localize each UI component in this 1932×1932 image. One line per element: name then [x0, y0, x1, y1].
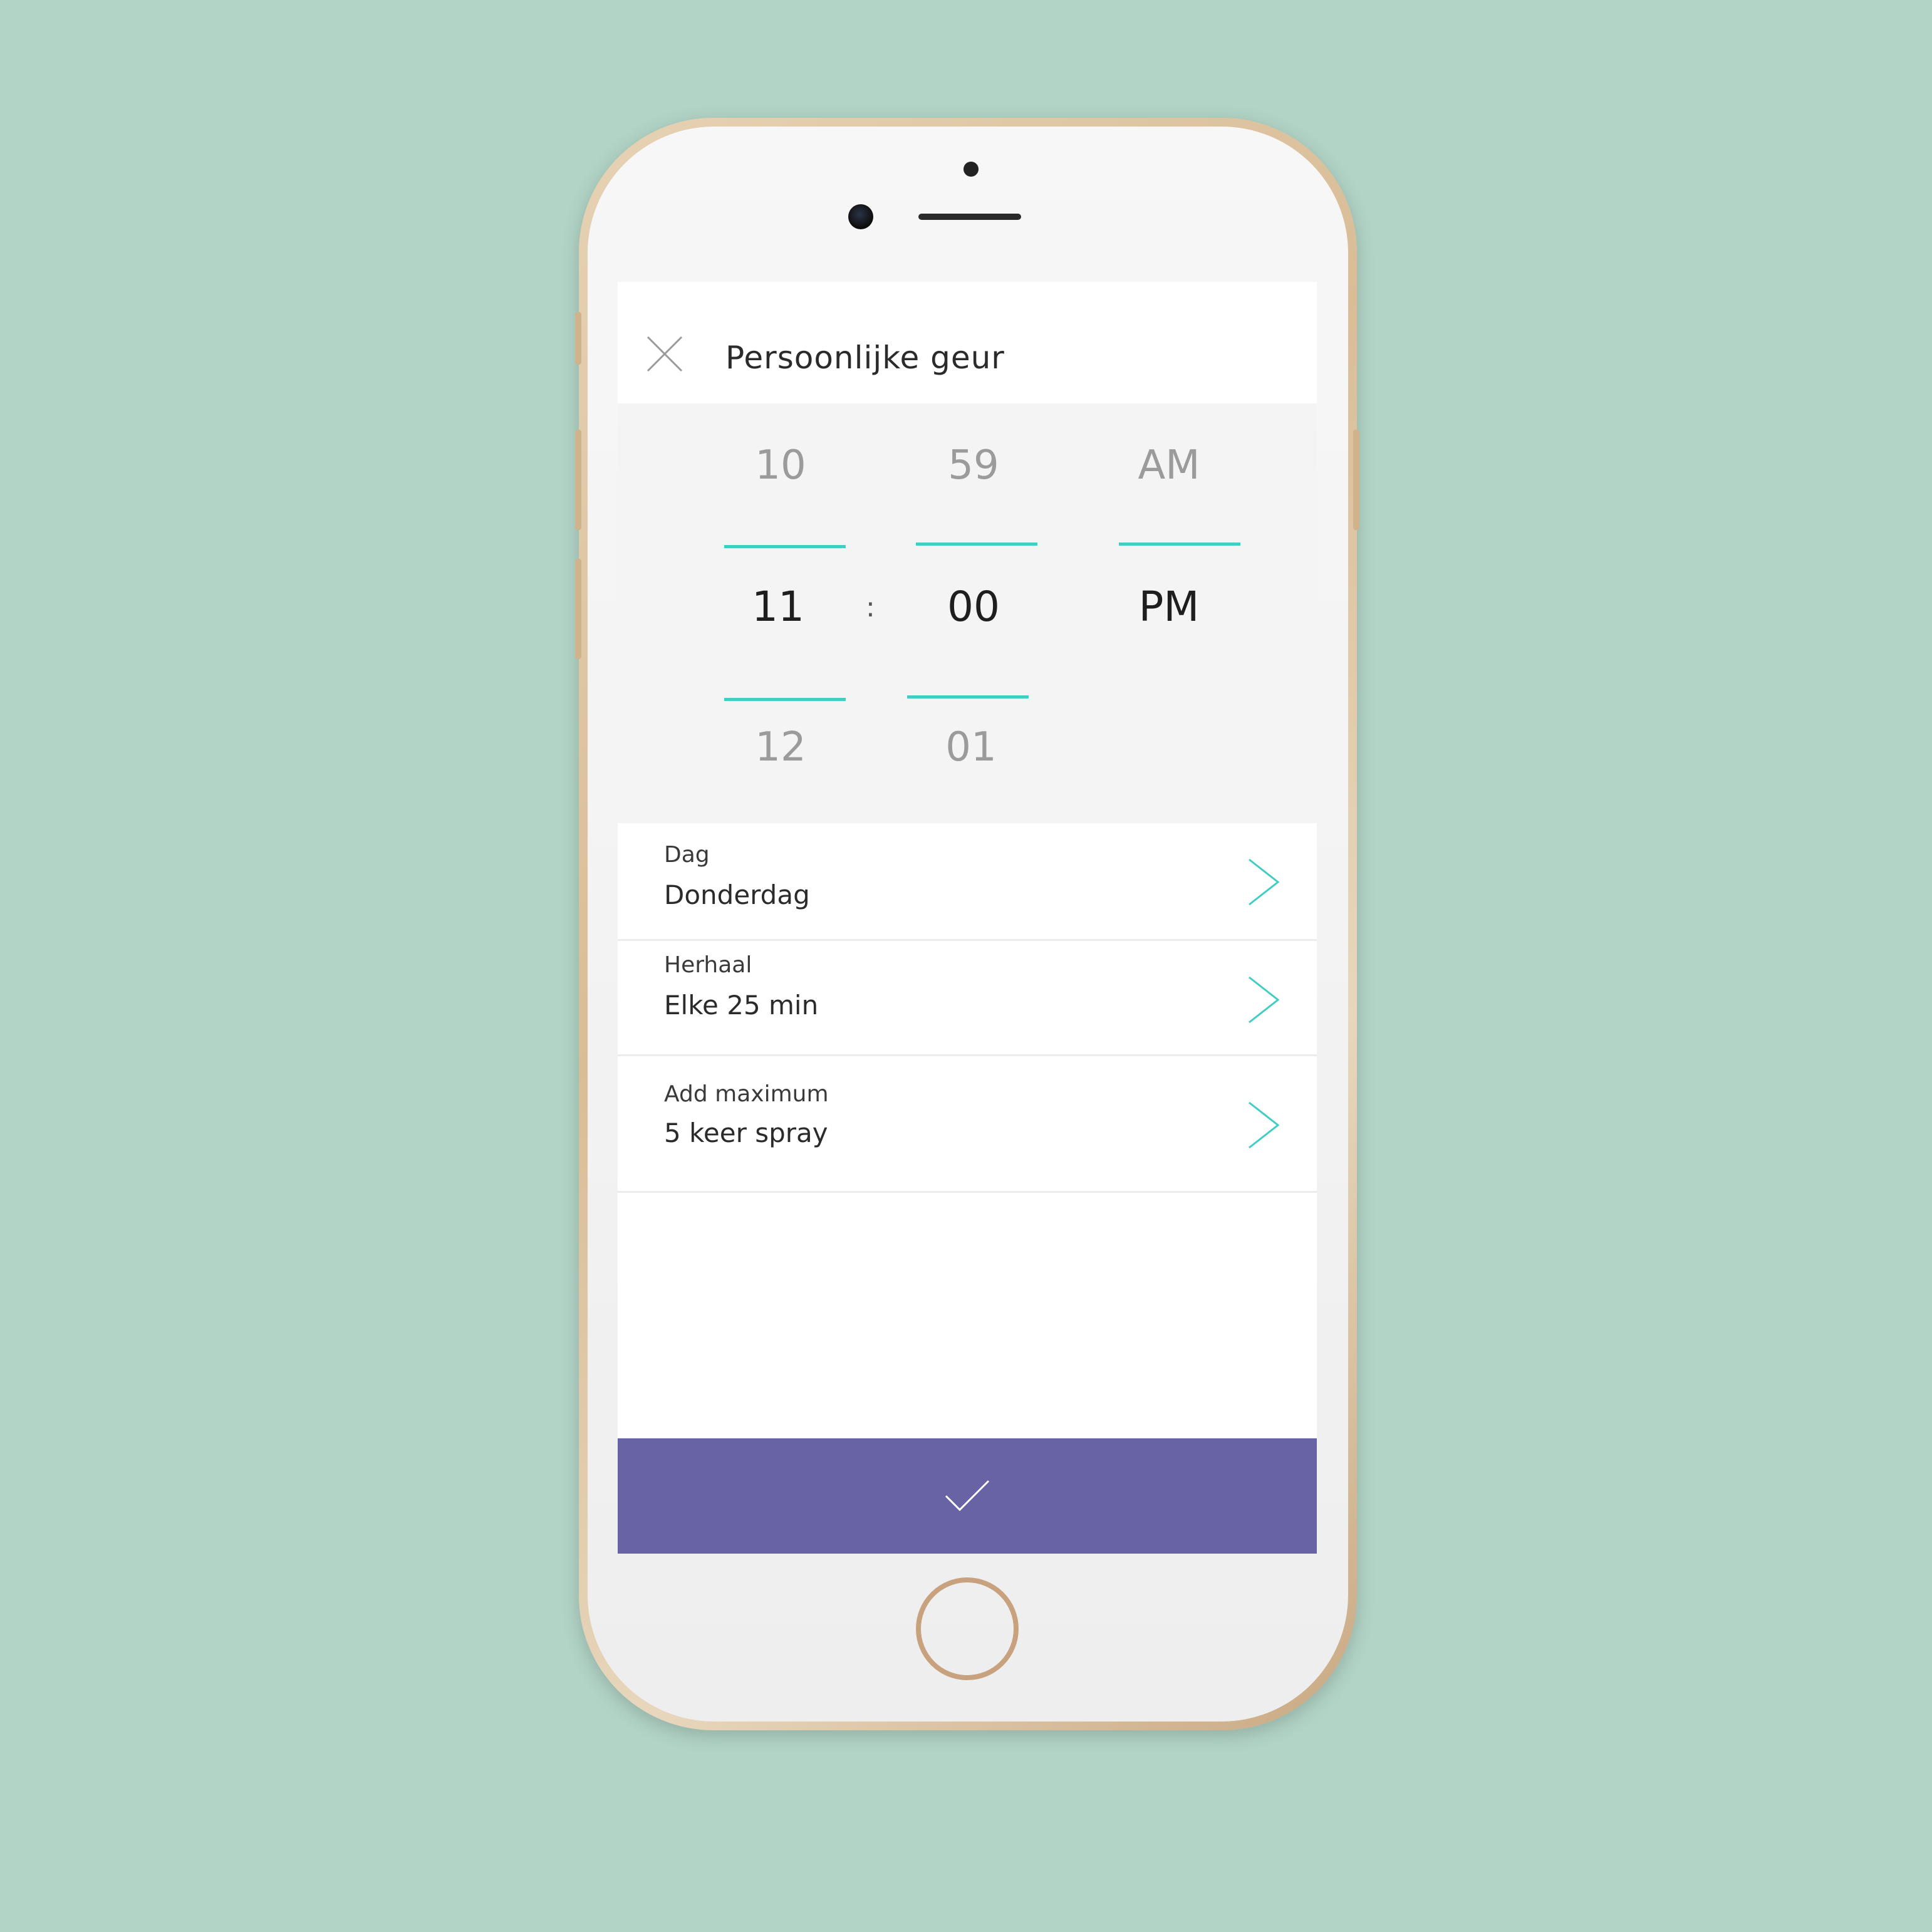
chevron-right-icon: [1247, 857, 1282, 907]
checkmark-icon: [945, 1480, 990, 1512]
period-divider-top: [1119, 543, 1240, 546]
chevron-right-icon: [1247, 1100, 1282, 1150]
time-separator: :: [866, 591, 875, 623]
page-title: Persoonlijke geur: [725, 340, 1005, 376]
minute-divider-top: [916, 543, 1037, 546]
minute-selected[interactable]: 00: [911, 583, 1036, 631]
earpiece-speaker: [918, 214, 1021, 220]
setting-label: Herhaal: [664, 952, 752, 978]
proximity-sensor: [963, 162, 979, 177]
confirm-button[interactable]: [618, 1438, 1317, 1554]
home-button[interactable]: [916, 1577, 1019, 1680]
setting-row-herhaal[interactable]: Herhaal Elke 25 min: [618, 941, 1317, 1056]
setting-value: Donderdag: [664, 880, 810, 910]
hour-selected[interactable]: 11: [715, 583, 841, 631]
period-selected[interactable]: PM: [1106, 583, 1232, 631]
setting-value: Elke 25 min: [664, 990, 819, 1021]
setting-row-add-maximum[interactable]: Add maximum 5 keer spray: [618, 1056, 1317, 1193]
power-button: [1353, 430, 1359, 530]
app-screen: Persoonlijke geur 10 11 12 : 59 00 01 AM…: [618, 282, 1317, 1554]
time-picker: 10 11 12 : 59 00 01 AM PM: [618, 403, 1317, 823]
front-camera: [848, 204, 873, 229]
volume-up-button: [575, 430, 581, 530]
hour-divider-top: [724, 545, 846, 548]
mute-switch: [575, 312, 581, 365]
setting-label: Add maximum: [664, 1081, 829, 1107]
setting-value: 5 keer spray: [664, 1118, 828, 1148]
minute-option-below[interactable]: 01: [908, 724, 1034, 771]
setting-row-dag[interactable]: Dag Donderdag: [618, 823, 1317, 941]
chevron-right-icon: [1247, 975, 1282, 1025]
hour-option-above[interactable]: 10: [718, 442, 843, 489]
close-button[interactable]: [645, 335, 684, 373]
header: Persoonlijke geur: [618, 282, 1317, 403]
hour-divider-bottom: [724, 698, 846, 701]
hour-option-below[interactable]: 12: [718, 724, 843, 771]
period-option-above[interactable]: AM: [1106, 442, 1232, 489]
setting-label: Dag: [664, 842, 710, 868]
minute-option-above[interactable]: 59: [911, 442, 1036, 489]
minute-divider-bottom: [907, 695, 1029, 699]
close-icon: [647, 336, 683, 372]
volume-down-button: [575, 559, 581, 659]
